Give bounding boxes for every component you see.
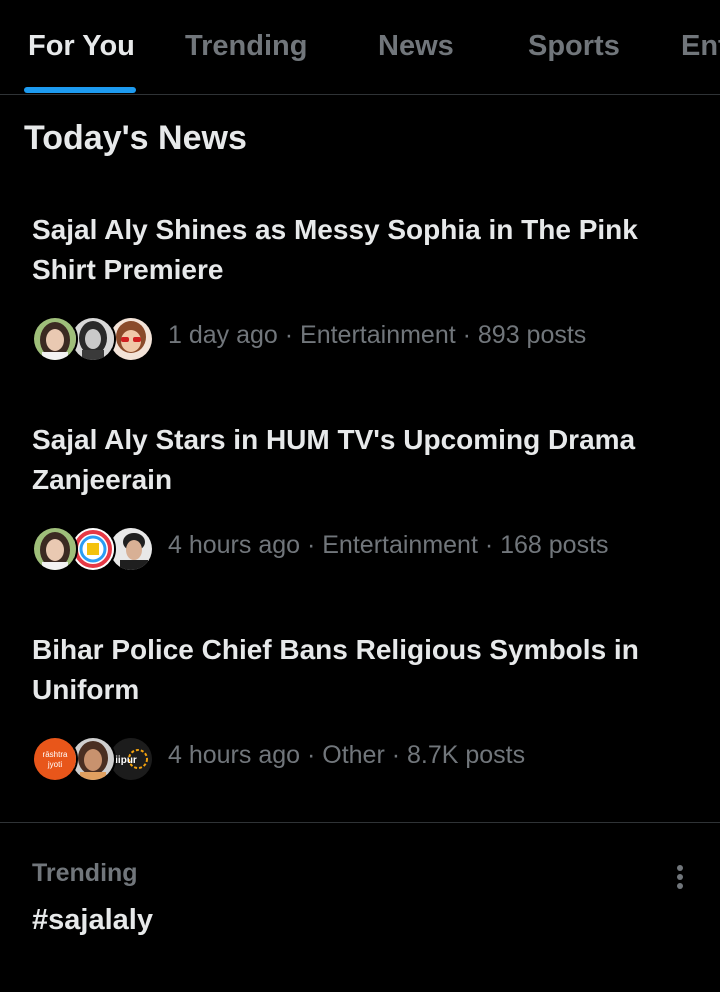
active-tab-indicator xyxy=(24,87,136,93)
woman-portrait-avatar xyxy=(32,316,78,362)
tab-sports[interactable]: Sports xyxy=(528,30,620,63)
rashtra-jyoti-logo-avatar: rāshtra jyoti xyxy=(32,736,78,782)
top-tabs: For You Trending News Sports Ent xyxy=(0,0,720,95)
trending-hashtag: #sajalaly xyxy=(32,904,153,936)
news-item[interactable]: Sajal Aly Stars in HUM TV's Upcoming Dra… xyxy=(0,420,720,590)
avatar-stack: rāshtra jyoti iipur xyxy=(32,736,154,782)
avatar-stack xyxy=(32,316,154,362)
news-headline: Sajal Aly Stars in HUM TV's Upcoming Dra… xyxy=(32,424,636,495)
news-meta: 1 day ago · Entertainment · 893 posts xyxy=(168,321,587,349)
section-title: Today's News xyxy=(24,119,247,157)
news-meta: 4 hours ago · Entertainment · 168 posts xyxy=(168,531,609,559)
trending-label: Trending xyxy=(32,859,138,887)
news-headline: Sajal Aly Shines as Messy Sophia in The … xyxy=(32,214,638,285)
news-item[interactable]: Sajal Aly Shines as Messy Sophia in The … xyxy=(0,210,720,380)
trending-item[interactable]: Trending #sajalaly xyxy=(0,823,720,992)
woman-portrait-avatar xyxy=(32,526,78,572)
tab-entertainment[interactable]: Ent xyxy=(681,30,720,63)
news-headline: Bihar Police Chief Bans Religious Symbol… xyxy=(32,634,639,705)
tab-trending[interactable]: Trending xyxy=(185,30,307,63)
tab-for-you[interactable]: For You xyxy=(28,30,135,63)
svg-text:rāshtra: rāshtra xyxy=(43,750,68,759)
avatar-stack xyxy=(32,526,154,572)
svg-text:jyoti: jyoti xyxy=(47,760,62,769)
svg-text:iipur: iipur xyxy=(115,755,137,766)
news-item[interactable]: Bihar Police Chief Bans Religious Symbol… xyxy=(0,630,720,800)
tab-news[interactable]: News xyxy=(378,30,454,63)
more-options-button[interactable] xyxy=(664,859,696,891)
news-meta: 4 hours ago · Other · 8.7K posts xyxy=(168,741,526,769)
